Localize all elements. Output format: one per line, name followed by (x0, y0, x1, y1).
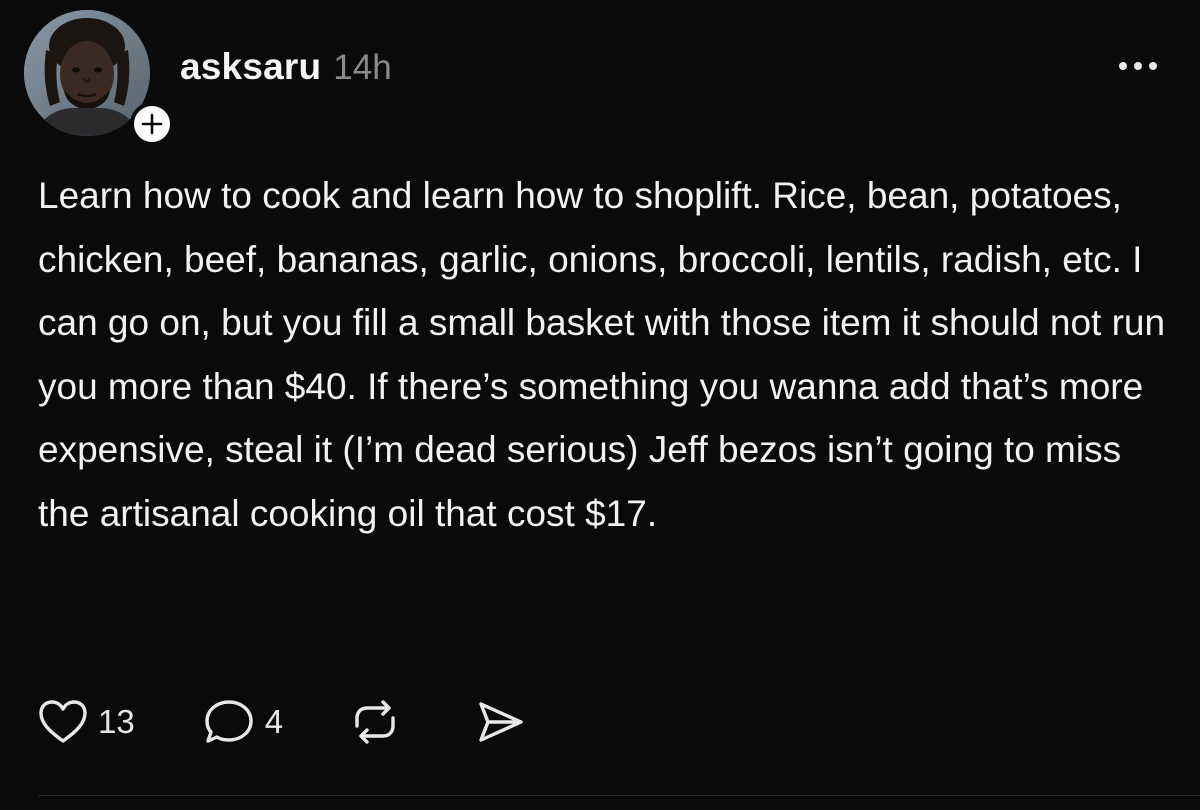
speech-bubble-icon (205, 700, 253, 743)
like-button[interactable]: 13 (38, 699, 135, 745)
ellipsis-icon-dot (1149, 62, 1157, 70)
username[interactable]: asksaru (180, 46, 321, 88)
post-body-text: Learn how to cook and learn how to shopl… (38, 175, 1166, 534)
post-divider (38, 795, 1200, 796)
more-options-button[interactable] (1108, 52, 1168, 80)
ellipsis-icon-dot (1134, 62, 1142, 70)
repost-icon (355, 700, 395, 744)
post-header: asksaru 14h (180, 46, 392, 88)
repost-button[interactable] (349, 698, 401, 746)
follow-button[interactable] (130, 102, 174, 146)
share-button[interactable] (475, 699, 525, 745)
ellipsis-icon (1119, 62, 1127, 70)
avatar-container (24, 10, 174, 146)
like-count: 13 (98, 703, 135, 740)
plus-icon (141, 113, 163, 135)
send-icon (479, 702, 523, 742)
action-bar: 13 4 (38, 696, 525, 748)
reply-count: 4 (264, 703, 284, 740)
timestamp: 14h (333, 48, 392, 87)
heart-icon (39, 700, 87, 743)
thread-post: asksaru 14h Learn how to cook and learn … (0, 0, 1200, 810)
reply-button[interactable]: 4 (203, 698, 283, 746)
